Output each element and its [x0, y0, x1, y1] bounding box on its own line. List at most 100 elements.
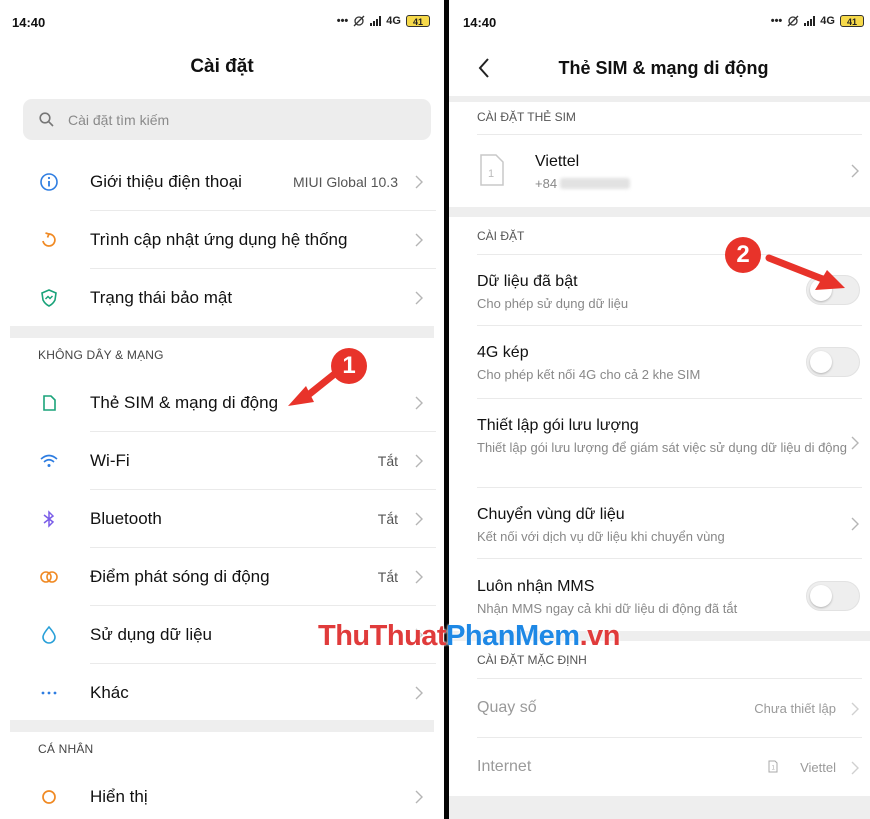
setting-subtitle: Kết nối với dịch vụ dữ liệu khi chuyển v… — [477, 529, 725, 544]
more-dots-status-icon: ••• — [336, 15, 349, 27]
item-label: Giới thiệu điện thoại — [90, 172, 242, 191]
svg-text:1: 1 — [488, 168, 494, 180]
sim-card-row[interactable]: 1 Viettel +84 — [449, 135, 870, 207]
default-title: Internet — [477, 758, 532, 775]
settings-item-sim-mobile[interactable]: Thẻ SIM & mạng di động — [0, 374, 444, 432]
battery-icon: 41 — [839, 15, 864, 27]
annotation-badge-2: 2 — [725, 237, 761, 273]
setting-title: Thiết lập gói lưu lượng — [477, 417, 639, 434]
item-label: Khác — [90, 683, 129, 702]
signal-icon — [804, 16, 816, 26]
chevron-right-icon — [415, 790, 423, 804]
status-icons: ••• 4G 41 — [771, 15, 864, 27]
settings-item-security-status[interactable]: Trạng thái bảo mật — [0, 269, 444, 327]
chevron-right-icon — [415, 291, 423, 305]
settings-item-display[interactable]: Hiển thị — [0, 768, 444, 819]
setting-data-roaming[interactable]: Chuyển vùng dữ liệu Kết nối với dịch vụ … — [449, 488, 870, 558]
network-type: 4G — [386, 15, 401, 27]
search-input[interactable]: Cài đặt tìm kiếm — [23, 99, 431, 140]
display-icon — [38, 786, 60, 808]
item-value: Tắt — [377, 453, 398, 469]
shield-icon — [38, 287, 60, 309]
item-label: Hiển thị — [90, 787, 148, 806]
settings-item-wifi[interactable]: Wi-Fi Tắt — [0, 432, 444, 490]
section-band — [10, 720, 434, 732]
update-icon — [38, 229, 60, 251]
watermark-part-1: ThuThuat — [318, 620, 447, 652]
annotation-badge-1: 1 — [331, 348, 367, 384]
info-icon — [38, 171, 60, 193]
mms-toggle[interactable] — [806, 581, 860, 611]
chevron-right-icon — [851, 164, 859, 178]
setting-dual-4g[interactable]: 4G kép Cho phép kết nối 4G cho cả 2 khe … — [449, 326, 870, 398]
chevron-right-icon — [851, 702, 859, 716]
network-type: 4G — [820, 15, 835, 27]
chevron-right-icon — [415, 233, 423, 247]
item-label: Wi-Fi — [90, 451, 130, 470]
blurred-phone-number — [560, 178, 630, 189]
settings-screen: 14:40 ••• 4G 41 Cài đặt Cài đặt tìm kiếm… — [0, 0, 444, 819]
item-label: Điểm phát sóng di động — [90, 567, 270, 586]
item-label: Thẻ SIM & mạng di động — [90, 393, 279, 412]
bluetooth-icon — [38, 508, 60, 530]
item-label: Trạng thái bảo mật — [90, 288, 233, 307]
status-icons: ••• 4G 41 — [337, 15, 430, 27]
watermark-part-3: .vn — [579, 620, 621, 652]
chevron-right-icon — [415, 175, 423, 189]
default-value: Viettel — [800, 760, 836, 775]
chevron-right-icon — [851, 517, 859, 531]
section-label-sim: CÀI ĐẶT THẺ SIM — [477, 110, 576, 124]
alarm-off-icon — [787, 15, 799, 27]
section-label-default: CÀI ĐẶT MẶC ĐỊNH — [477, 653, 587, 667]
setting-subtitle: Cho phép kết nối 4G cho cả 2 khe SIM — [477, 367, 701, 382]
chevron-right-icon — [851, 436, 859, 450]
section-band — [449, 96, 870, 102]
default-internet-row[interactable]: Internet 1 Viettel — [449, 738, 870, 796]
sim-carrier: Viettel — [535, 153, 580, 170]
setting-subtitle: Thiết lập gói lưu lượng để giám sát việc… — [477, 440, 847, 455]
item-label: Trình cập nhật ứng dụng hệ thống — [90, 230, 348, 249]
section-band — [10, 326, 434, 338]
sim-card-icon — [38, 392, 60, 414]
settings-item-about-phone[interactable]: Giới thiệu điện thoại MIUI Global 10.3 — [0, 153, 444, 211]
more-dots-icon — [38, 682, 60, 704]
status-bar: 14:40 ••• 4G 41 — [0, 0, 444, 40]
item-value: Tắt — [377, 511, 398, 527]
item-value: MIUI Global 10.3 — [292, 174, 398, 190]
setting-data-plan[interactable]: Thiết lập gói lưu lượng Thiết lập gói lư… — [449, 399, 870, 487]
chevron-right-icon — [415, 454, 423, 468]
watermark-part-2: PhanMem — [446, 620, 580, 652]
alarm-off-icon — [353, 15, 365, 27]
page-title: Thẻ SIM & mạng di động — [558, 58, 769, 78]
status-time: 14:40 — [12, 15, 46, 30]
default-dialer-row[interactable]: Quay số Chưa thiết lập — [449, 679, 870, 737]
sim-1-icon: 1 — [768, 760, 778, 773]
dual-4g-toggle[interactable] — [806, 347, 860, 377]
settings-item-bluetooth[interactable]: Bluetooth Tắt — [0, 490, 444, 548]
item-label: Bluetooth — [90, 509, 162, 528]
chevron-right-icon — [415, 686, 423, 700]
battery-icon: 41 — [405, 15, 430, 27]
settings-item-hotspot[interactable]: Điểm phát sóng di động Tắt — [0, 548, 444, 606]
settings-item-system-app-updater[interactable]: Trình cập nhật ứng dụng hệ thống — [0, 211, 444, 269]
settings-item-more[interactable]: Khác — [0, 664, 444, 722]
section-label-settings: CÀI ĐẶT — [477, 229, 525, 243]
section-label-personal: CÁ NHÂN — [38, 742, 94, 756]
more-dots-status-icon: ••• — [770, 15, 783, 27]
watermark: ThuThuatPhanMem.vn — [318, 620, 620, 653]
item-label: Sử dụng dữ liệu — [90, 625, 213, 644]
hotspot-icon — [38, 566, 60, 588]
page-title: Cài đặt — [190, 56, 254, 77]
search-icon — [39, 112, 54, 127]
annotation-arrow-2 — [765, 254, 845, 290]
setting-title: Dữ liệu đã bật — [477, 273, 578, 290]
section-label-network: KHÔNG DÂY & MẠNG — [38, 348, 164, 362]
sim-number: +84 — [535, 176, 558, 191]
status-time: 14:40 — [463, 15, 497, 30]
section-band — [449, 796, 870, 819]
chevron-right-icon — [415, 570, 423, 584]
default-title: Quay số — [477, 699, 537, 716]
setting-title: 4G kép — [477, 344, 529, 361]
default-value: Chưa thiết lập — [754, 701, 836, 716]
status-bar: 14:40 ••• 4G 41 — [449, 0, 870, 40]
